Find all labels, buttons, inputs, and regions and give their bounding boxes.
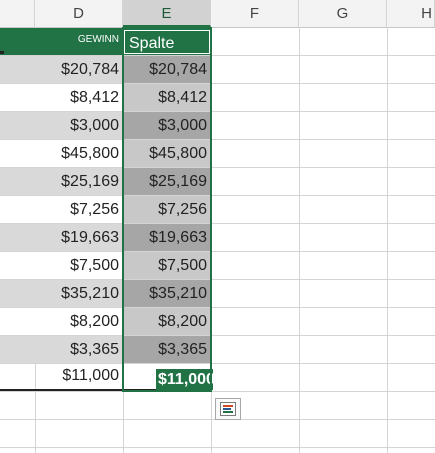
gridline-horizontal	[0, 391, 435, 392]
table-cell-c[interactable]	[0, 112, 35, 139]
table-cell-c[interactable]	[0, 196, 35, 223]
table-cell-d[interactable]: $7,500	[35, 252, 123, 279]
table-cell-e[interactable]: $7,256	[123, 196, 211, 223]
table-cell-c[interactable]	[0, 308, 35, 335]
column-header-f[interactable]: F	[211, 0, 299, 27]
table-cell-c[interactable]	[0, 224, 35, 251]
column-header-g[interactable]: G	[299, 0, 387, 27]
table-cell-e[interactable]: $19,663	[123, 224, 211, 251]
table-cell-e[interactable]: $25,169	[123, 168, 211, 195]
table-cell-e[interactable]: $8,200	[123, 308, 211, 335]
table-cell-e[interactable]: $3,000	[123, 112, 211, 139]
total-cell-d[interactable]: $11,000	[35, 362, 123, 389]
table-cell-e[interactable]: $3,365	[123, 336, 211, 363]
column-header-h[interactable]: H	[387, 0, 435, 27]
table-cell-d[interactable]: $19,663	[35, 224, 123, 251]
table-cell-d[interactable]: $25,169	[35, 168, 123, 195]
table-cell-d[interactable]: $8,412	[35, 84, 123, 111]
table-cell-e[interactable]: $7,500	[123, 252, 211, 279]
gridline-horizontal	[0, 447, 435, 448]
quick-analysis-button[interactable]	[215, 398, 241, 420]
table-cell-c[interactable]	[0, 168, 35, 195]
table-cell-e[interactable]: $35,210	[123, 280, 211, 307]
table-cell-d[interactable]: $20,784	[35, 56, 123, 83]
table-cell-e[interactable]: $45,800	[123, 140, 211, 167]
table-cell-d[interactable]: $3,000	[35, 112, 123, 139]
quick-analysis-icon	[220, 402, 236, 416]
table-edge-marker	[0, 51, 4, 54]
table-cell-c[interactable]	[0, 140, 35, 167]
total-cell-e-being-typed[interactable]: $11,000	[156, 369, 213, 390]
table-cell-c[interactable]	[0, 336, 35, 363]
table-cell-c[interactable]	[0, 280, 35, 307]
table-cell-d[interactable]: $35,210	[35, 280, 123, 307]
spreadsheet: D E F G H GEWINN Spalte $20,784 $20,784 $8…	[0, 0, 435, 453]
column-header-d[interactable]: D	[35, 0, 123, 27]
header-cell-spalte[interactable]: Spalte	[124, 30, 210, 54]
table-cell-d[interactable]: $45,800	[35, 140, 123, 167]
table-cell-d[interactable]: $3,365	[35, 336, 123, 363]
gridline-vertical	[299, 27, 300, 453]
gridline-vertical	[387, 27, 388, 453]
table-cell-e[interactable]: $20,784	[123, 56, 211, 83]
column-header-e[interactable]: E	[123, 0, 211, 27]
table-cell-c[interactable]	[0, 56, 35, 83]
table-cell-c[interactable]	[0, 252, 35, 279]
table-cell-c[interactable]	[0, 84, 35, 111]
table-cell-d[interactable]: $7,256	[35, 196, 123, 223]
column-headers: D E F G H	[0, 0, 435, 28]
table-cell-d[interactable]: $8,200	[35, 308, 123, 335]
table-cell-e[interactable]: $8,412	[123, 84, 211, 111]
column-header-c[interactable]	[0, 0, 35, 27]
header-cell-gewinn[interactable]: GEWINN	[35, 28, 119, 55]
